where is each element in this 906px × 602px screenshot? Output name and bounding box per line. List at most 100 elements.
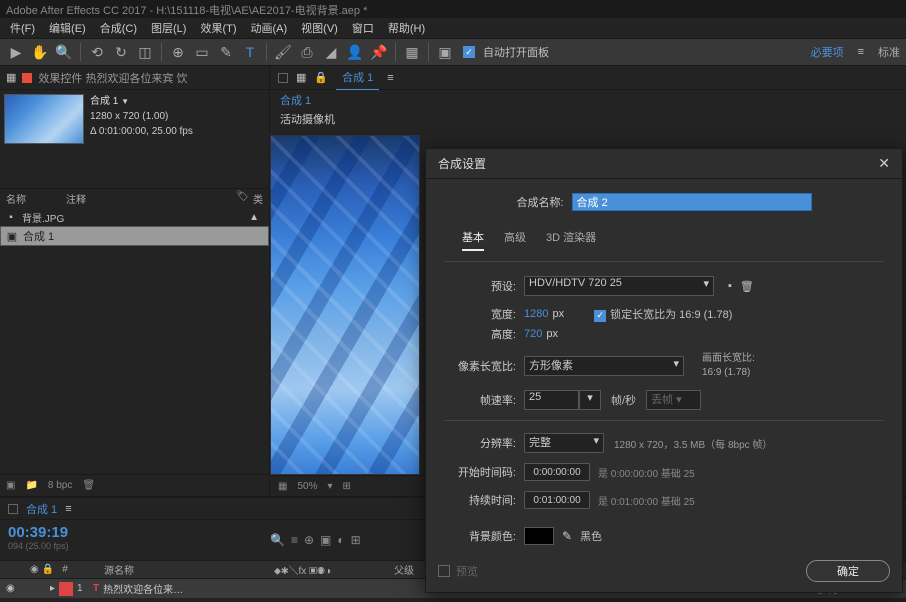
close-icon[interactable]: ✕ (878, 155, 890, 172)
col-source-name[interactable]: 源名称 (94, 562, 274, 577)
tl-icon[interactable]: ≡ (291, 533, 298, 547)
comp-name-input[interactable] (572, 193, 812, 211)
workspace-standard[interactable]: 标准 (878, 44, 900, 60)
puppet-tool-icon[interactable]: 📌 (369, 42, 389, 62)
camera-tool-icon[interactable]: ◫ (135, 42, 155, 62)
width-input[interactable]: 1280 (524, 308, 548, 320)
project-item[interactable]: ▣ 合成 1 (0, 226, 269, 246)
fps-dropdown[interactable]: ▾ (579, 390, 601, 410)
fps-unit: 帧/秒 (611, 392, 636, 408)
resolution-label: 分辨率: (444, 435, 524, 451)
tl-icon[interactable]: ⊞ (351, 533, 361, 547)
brush-tool-icon[interactable]: 🖌 (273, 42, 293, 62)
menu-help[interactable]: 帮助(H) (382, 18, 431, 38)
hand-tool-icon[interactable]: ✋ (30, 42, 50, 62)
layer-color-icon[interactable] (59, 582, 73, 596)
resolution-icon[interactable]: ⊞ (343, 481, 351, 492)
timeline-toggle-icon[interactable] (8, 504, 18, 514)
fps-input[interactable]: 25 (524, 390, 579, 410)
menu-animation[interactable]: 动画(A) (245, 18, 294, 38)
col-name[interactable]: 名称 (6, 191, 26, 206)
anchor-tool-icon[interactable]: ⊕ (168, 42, 188, 62)
shape-tool-icon[interactable]: ▭ (192, 42, 212, 62)
layer-name[interactable]: 热烈欢迎各位来… (99, 581, 183, 596)
menu-layer[interactable]: 图层(L) (145, 18, 192, 38)
menu-edit[interactable]: 编辑(E) (43, 18, 92, 38)
panel-close-icon[interactable] (22, 73, 32, 83)
clone-tool-icon[interactable]: ⎙ (297, 42, 317, 62)
current-timecode[interactable]: 00:39:19 (8, 524, 86, 541)
col-type[interactable]: 类 (253, 191, 263, 206)
composition-settings-dialog: 合成设置 ✕ 合成名称: 基本 高级 3D 渲染器 预设: HDV/HDTV 7… (425, 148, 903, 593)
panel-icon[interactable]: ▣ (435, 42, 455, 62)
effect-controls-tab[interactable]: 效果控件 热烈欢迎各位来宾 饮 (38, 70, 187, 86)
workspace-essential[interactable]: 必要项 (811, 44, 844, 60)
layer-viewer-icon[interactable]: ▦ (296, 71, 306, 84)
col-comment[interactable]: 注释 (66, 191, 86, 206)
orbit-tool-icon[interactable]: ⟲ (87, 42, 107, 62)
menu-window[interactable]: 窗口 (346, 18, 380, 38)
par-select[interactable]: 方形像素▾ (524, 356, 684, 376)
tab-3d-renderer[interactable]: 3D 渲染器 (546, 229, 596, 251)
tab-menu-icon[interactable]: ≡ (387, 72, 393, 84)
frame-aspect-label: 画面长宽比: (702, 352, 755, 366)
tag-icon[interactable]: 🏷 (236, 191, 249, 206)
viewer-tab[interactable]: 合成 1 (336, 65, 379, 90)
lock-icon[interactable]: 🔒 (314, 71, 328, 84)
menu-file[interactable]: 件(F) (4, 18, 41, 38)
interpret-icon[interactable]: ▣ (6, 480, 15, 491)
auto-open-checkbox[interactable]: ✓ (463, 46, 475, 58)
resolution-select[interactable]: 完整▾ (524, 433, 604, 453)
breadcrumb[interactable]: 合成 1 (280, 92, 311, 108)
text-tool-icon[interactable]: T (240, 42, 260, 62)
project-list[interactable]: ▪ 背景.JPG ▲ ▣ 合成 1 (0, 208, 269, 474)
pen-tool-icon[interactable]: ✎ (216, 42, 236, 62)
bg-color-swatch[interactable] (524, 527, 554, 545)
comp-duration: Δ 0:01:00:00, 25.00 fps (90, 124, 193, 139)
duration-input[interactable] (524, 491, 590, 509)
grid-icon[interactable]: ▦ (278, 481, 287, 492)
mask-tool-icon[interactable]: ▦ (402, 42, 422, 62)
composition-view[interactable] (270, 135, 420, 475)
frame-aspect-value: 16:9 (1.78) (702, 366, 755, 380)
project-item[interactable]: ▪ 背景.JPG ▲ (0, 208, 269, 226)
tl-icon[interactable]: ▣ (320, 533, 331, 547)
height-label: 高度: (444, 326, 524, 342)
preview-checkbox[interactable] (438, 565, 450, 577)
workspace-menu-icon[interactable]: ≡ (858, 46, 864, 58)
folder-icon[interactable]: 📁 (25, 480, 37, 491)
lock-aspect-checkbox[interactable]: ✓ (594, 310, 606, 322)
timeline-tab[interactable]: 合成 1 (26, 501, 57, 517)
tab-advanced[interactable]: 高级 (504, 229, 526, 251)
start-tc-input[interactable] (524, 463, 590, 481)
bpc-button[interactable]: 8 bpc (48, 480, 72, 491)
ok-button[interactable]: 确定 (806, 560, 890, 582)
viewer-toggle-icon[interactable] (278, 73, 288, 83)
selection-tool-icon[interactable]: ▶ (6, 42, 26, 62)
image-icon: ▪ (4, 212, 18, 223)
menu-view[interactable]: 视图(V) (295, 18, 344, 38)
search-icon[interactable]: 🔍 (270, 533, 285, 547)
tab-basic[interactable]: 基本 (462, 229, 484, 251)
bg-color-label: 背景颜色: (444, 528, 524, 544)
tl-icon[interactable]: ◐ (337, 533, 344, 547)
height-input[interactable]: 720 (524, 328, 542, 340)
delete-preset-icon[interactable]: 🗑 (740, 280, 754, 293)
menu-effect[interactable]: 效果(T) (194, 18, 242, 38)
tl-icon[interactable]: ⊕ (304, 533, 314, 547)
roto-tool-icon[interactable]: 👤 (345, 42, 365, 62)
save-preset-icon[interactable]: ▪ (728, 280, 732, 292)
rotate-tool-icon[interactable]: ↻ (111, 42, 131, 62)
comp-name-label: 合成名称: (516, 194, 571, 210)
panel-menu-icon[interactable]: ▦ (6, 71, 16, 84)
eyedropper-icon[interactable]: ✎ (562, 529, 572, 543)
menu-composition[interactable]: 合成(C) (94, 18, 143, 38)
preset-select[interactable]: HDV/HDTV 720 25▾ (524, 276, 714, 296)
comp-dimensions: 1280 x 720 (1.00) (90, 109, 193, 124)
preview-label: 预览 (456, 563, 478, 579)
zoom-tool-icon[interactable]: 🔍 (54, 42, 74, 62)
zoom-level[interactable]: 50% (297, 481, 317, 492)
eraser-tool-icon[interactable]: ◢ (321, 42, 341, 62)
visibility-icon[interactable]: ◉ (6, 583, 15, 594)
trash-icon[interactable]: 🗑 (82, 480, 95, 491)
